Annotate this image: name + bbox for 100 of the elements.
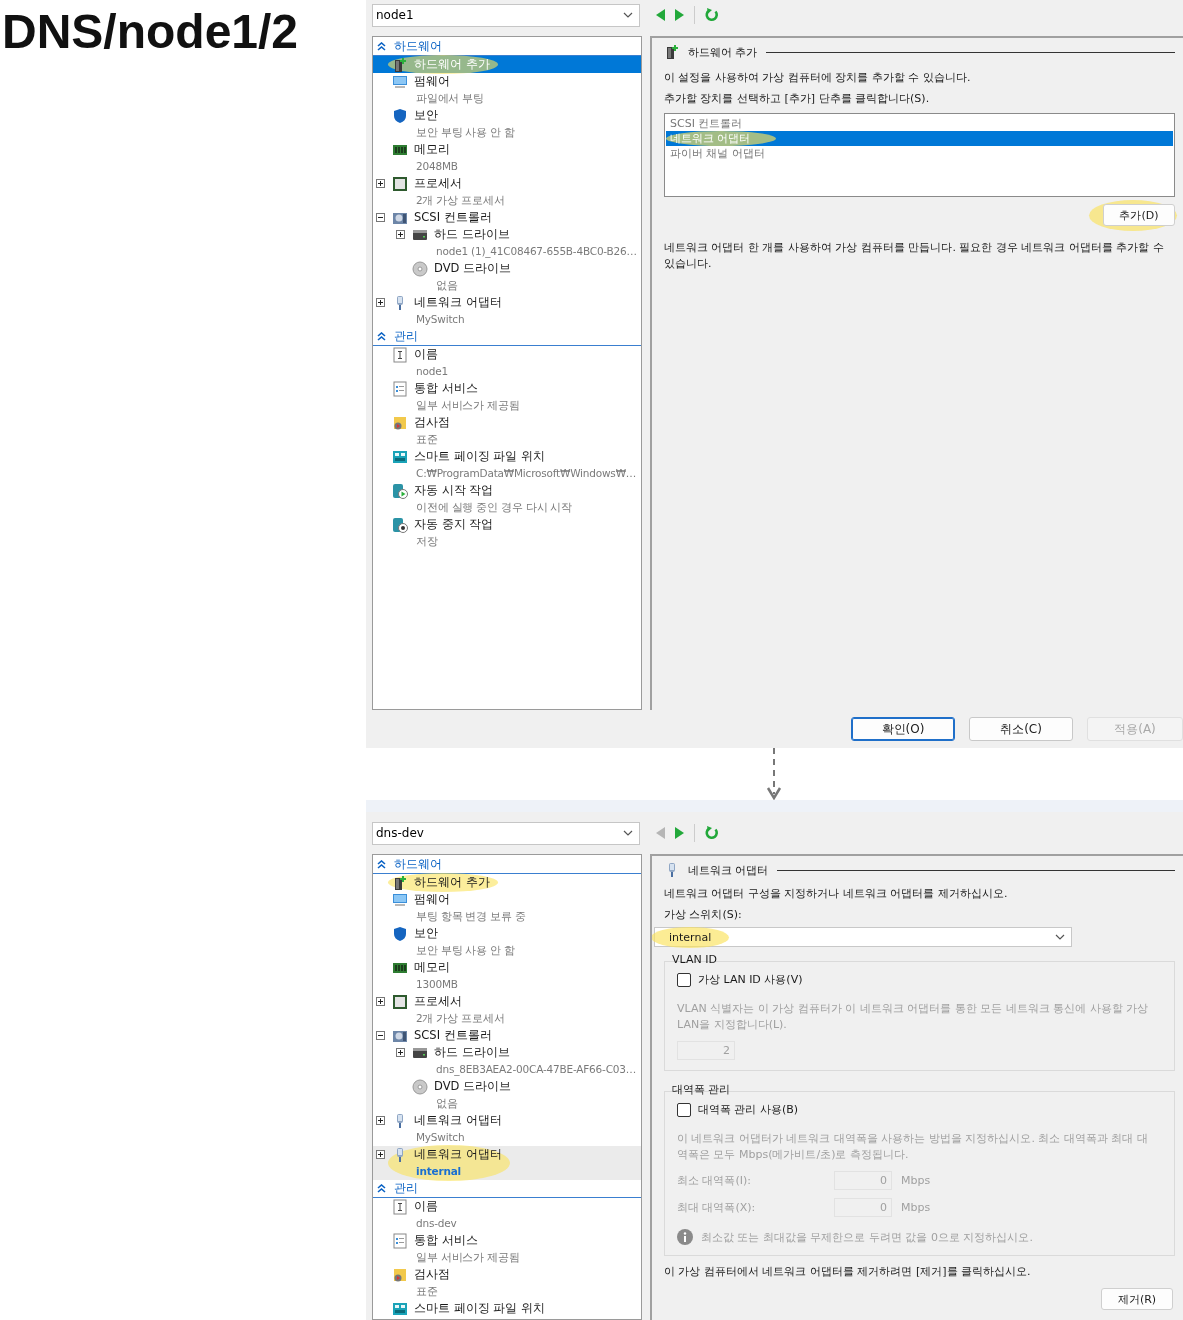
tree-row[interactable]: 메모리 2048MB	[373, 141, 641, 175]
dropdown-value: node1	[376, 8, 414, 22]
list-item[interactable]: SCSI 컨트롤러	[666, 116, 1173, 131]
item-title: SCSI 컨트롤러	[414, 1027, 492, 1044]
expand-icon[interactable]	[376, 179, 385, 188]
device-plus-icon	[392, 874, 408, 891]
item-detail: MySwitch	[415, 1130, 465, 1145]
collapse-icon[interactable]	[376, 1031, 385, 1040]
refresh-icon[interactable]	[705, 8, 719, 22]
circuit-icon	[392, 448, 408, 465]
vm-dropdown[interactable]: node1	[372, 3, 640, 27]
tree-row[interactable]: DVD 드라이브 없음	[373, 1078, 641, 1112]
shield-icon	[392, 925, 408, 942]
item-detail: dns-dev	[415, 1216, 457, 1231]
add-button[interactable]: 추가(D)	[1103, 204, 1175, 226]
expand-icon[interactable]	[376, 1116, 385, 1125]
item-title: 검사점	[414, 1266, 450, 1283]
description-text: 이 네트워크 어댑터가 네트워크 대역폭을 사용하는 방법을 지정하십시오. 최소 대역폭과 최대 대역폭은 모두 Mbps(메가비트/초)로 측정됩니다.	[677, 1131, 1149, 1163]
tree-row[interactable]: 하드 드라이브 node1 (1)_41C08467-655B-4BC0-B26…	[373, 226, 641, 260]
tree-row[interactable]: 이름 node1	[373, 346, 641, 380]
list-item[interactable]: 파이버 채널 어댑터	[666, 146, 1173, 161]
item-detail: 표준	[415, 1284, 438, 1299]
circuit-icon	[392, 1300, 408, 1317]
tree-row[interactable]: 네트워크 어댑터 internal	[373, 1146, 641, 1180]
tree-row[interactable]: 보안 보안 부팅 사용 안 함	[373, 107, 641, 141]
tree-row[interactable]: 통합 서비스 일부 서비스가 제공됨	[373, 1232, 641, 1266]
expand-icon[interactable]	[396, 1048, 405, 1057]
expand-icon[interactable]	[396, 230, 405, 239]
item-title: 프로세서	[414, 175, 462, 192]
back-icon[interactable]	[656, 9, 665, 21]
chevron-up-icon[interactable]	[377, 332, 386, 341]
tree-row[interactable]: 통합 서비스 일부 서비스가 제공됨	[373, 380, 641, 414]
disc-icon	[412, 1078, 428, 1095]
item-title: 통합 서비스	[414, 1232, 478, 1249]
tree-row[interactable]: 네트워크 어댑터 MySwitch	[373, 294, 641, 328]
refresh-icon[interactable]	[705, 826, 719, 840]
section-header[interactable]: 관리	[394, 329, 418, 344]
tree-row[interactable]: 펌웨어 파일에서 부팅	[373, 73, 641, 107]
tree-row[interactable]: 스마트 페이징 파일 위치	[373, 1300, 641, 1317]
item-title: 스마트 페이징 파일 위치	[414, 1300, 545, 1317]
chevron-down-icon	[623, 830, 633, 836]
vm-dropdown[interactable]: dns-dev	[372, 821, 640, 845]
item-detail: 보안 부팅 사용 안 함	[415, 125, 515, 140]
expand-icon[interactable]	[376, 298, 385, 307]
tree-row[interactable]: 하드웨어 추가	[373, 874, 641, 891]
item-detail: internal	[415, 1164, 461, 1179]
item-title: DVD 드라이브	[434, 1078, 512, 1095]
document-icon	[392, 1232, 408, 1249]
monitor-icon	[392, 891, 408, 908]
tree-row[interactable]: DVD 드라이브 없음	[373, 260, 641, 294]
chevron-up-icon[interactable]	[377, 42, 386, 51]
checkbox[interactable]	[677, 972, 691, 987]
checkbox[interactable]	[677, 1102, 691, 1117]
item-title: 보안	[414, 107, 438, 124]
item-detail: 없음	[435, 1096, 458, 1111]
info-icon	[677, 1229, 693, 1245]
expand-icon[interactable]	[376, 997, 385, 1006]
item-title: 메모리	[414, 959, 450, 976]
chevron-up-icon[interactable]	[377, 1184, 386, 1193]
checkbox-label: 대역폭 관리 사용(B)	[698, 1102, 799, 1117]
info-text: 최소값 또는 최대값을 무제한으로 두려면 값을 0으로 지정하십시오.	[701, 1229, 1033, 1245]
description-text: VLAN 식별자는 이 가상 컴퓨터가 이 네트워크 어댑터를 통한 모든 네트워크 통신에 사용할 가상 LAN을 지정합니다(L).	[677, 1001, 1150, 1033]
disc-icon	[412, 260, 428, 277]
unit-label: Mbps	[901, 1201, 931, 1214]
item-detail: 없음	[435, 278, 458, 293]
tree-row[interactable]: 펌웨어 부팅 항목 변경 보류 중	[373, 891, 641, 925]
item-title: 네트워크 어댑터	[414, 294, 502, 311]
item-title: 자동 중지 작업	[414, 516, 494, 533]
chevron-up-icon[interactable]	[377, 860, 386, 869]
tree-row[interactable]: 프로세서 2개 가상 프로세서	[373, 175, 641, 209]
collapse-icon[interactable]	[376, 213, 385, 222]
item-title: 하드웨어 추가	[414, 874, 490, 891]
device-list[interactable]: SCSI 컨트롤러 네트워크 어댑터 파이버 채널 어댑터	[664, 113, 1175, 197]
tree-row[interactable]: 프로세서 2개 가상 프로세서	[373, 993, 641, 1027]
item-title: 네트워크 어댑터	[414, 1146, 502, 1163]
forward-icon[interactable]	[675, 827, 684, 839]
tree-row[interactable]: 검사점 표준	[373, 414, 641, 448]
switch-dropdown[interactable]: internal	[654, 927, 1072, 947]
section-header[interactable]: 관리	[394, 1181, 418, 1196]
section-header[interactable]: 하드웨어	[394, 39, 442, 54]
remove-button[interactable]: 제거(R)	[1101, 1288, 1173, 1310]
tree-row[interactable]: 검사점 표준	[373, 1266, 641, 1300]
tree-row[interactable]: 스마트 페이징 파일 위치 C:₩ProgramData₩Microsoft₩Windows₩…	[373, 448, 641, 482]
section-header[interactable]: 하드웨어	[394, 857, 442, 872]
item-title: 하드 드라이브	[434, 1044, 510, 1061]
tree-row[interactable]: 자동 중지 작업 저장	[373, 516, 641, 550]
tree-row[interactable]: SCSI 컨트롤러	[373, 209, 641, 226]
tree-row[interactable]: 보안 보안 부팅 사용 안 함	[373, 925, 641, 959]
tree-row[interactable]: 네트워크 어댑터 MySwitch	[373, 1112, 641, 1146]
dialog-button[interactable]: 확인(O)	[851, 717, 955, 741]
tree-row[interactable]: 자동 시작 작업 이전에 실행 중인 경우 다시 시작	[373, 482, 641, 516]
tree-row[interactable]: 이름 dns-dev	[373, 1198, 641, 1232]
tree-row[interactable]: 하드 드라이브 dns_8EB3AEA2-00CA-47BE-AF66-C03…	[373, 1044, 641, 1078]
description-text: 네트워크 어댑터 구성을 지정하거나 네트워크 어댑터를 제거하십시오.	[664, 886, 1009, 902]
forward-icon[interactable]	[675, 9, 684, 21]
item-detail: MySwitch	[415, 312, 465, 327]
tree-row[interactable]: SCSI 컨트롤러	[373, 1027, 641, 1044]
expand-icon[interactable]	[376, 1150, 385, 1159]
tree-row[interactable]: 메모리 1300MB	[373, 959, 641, 993]
dialog-button[interactable]: 취소(C)	[969, 717, 1073, 741]
